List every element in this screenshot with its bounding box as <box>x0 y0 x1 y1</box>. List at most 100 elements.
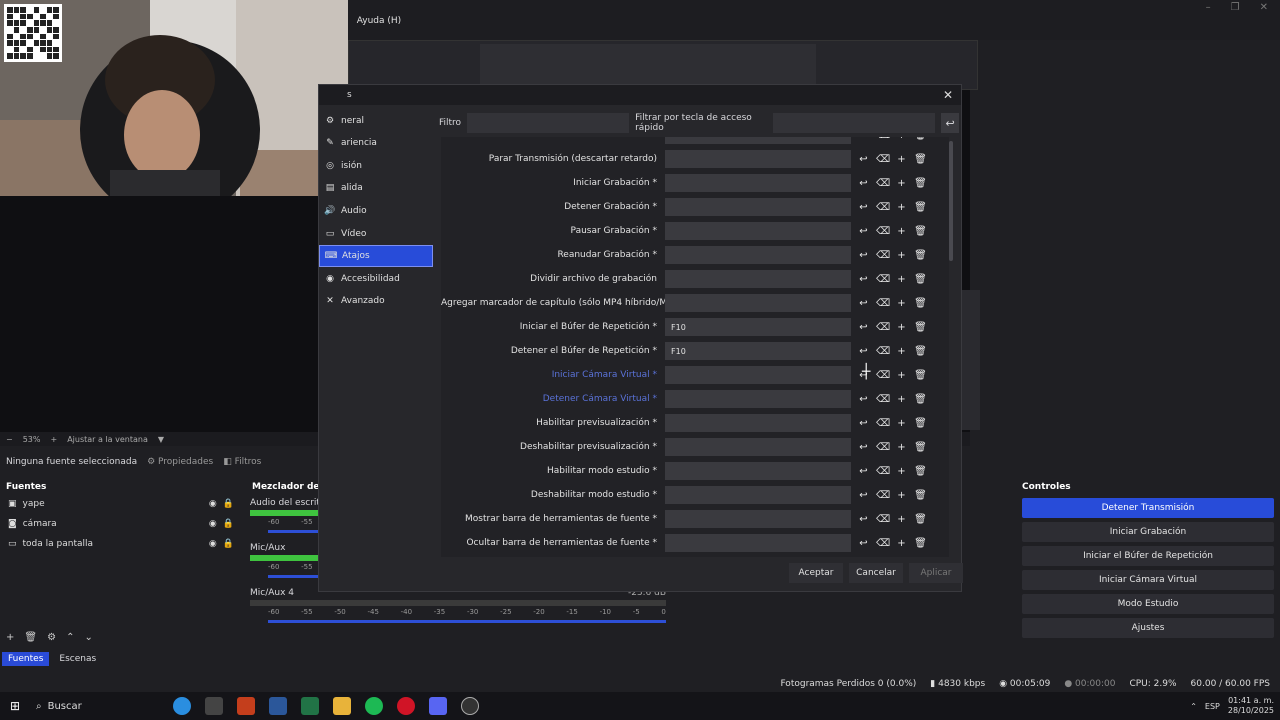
minimize-icon[interactable]: – <box>1206 2 1211 13</box>
hotkey-field[interactable] <box>665 414 851 432</box>
hotkey-field[interactable] <box>665 150 851 168</box>
discord-icon[interactable] <box>429 697 447 715</box>
taskbar-search[interactable]: ⌕ Buscar <box>36 696 166 716</box>
hotkey-field[interactable] <box>665 174 851 192</box>
trash-icon[interactable]: 🗑 <box>914 370 927 381</box>
dialog-close-icon[interactable]: ✕ <box>943 88 953 102</box>
revert-icon[interactable]: ↩ <box>857 226 870 237</box>
add-icon[interactable]: + <box>895 394 908 405</box>
trash-icon[interactable]: 🗑 <box>914 298 927 309</box>
revert-icon[interactable]: ↩ <box>857 418 870 429</box>
revert-icon[interactable]: ↩ <box>857 442 870 453</box>
add-icon[interactable]: + <box>895 154 908 165</box>
zoom-out-icon[interactable]: − <box>6 435 13 444</box>
revert-icon[interactable]: ↩ <box>857 178 870 189</box>
hotkey-filter-input[interactable] <box>773 113 936 133</box>
hotkey-field[interactable] <box>665 510 851 528</box>
volume-slider[interactable] <box>268 620 666 623</box>
lock-icon[interactable]: 🔒 <box>223 519 234 529</box>
control-button[interactable]: Ajustes <box>1022 618 1274 638</box>
clear-icon[interactable]: ⌫ <box>876 137 890 141</box>
clear-icon[interactable]: ⌫ <box>876 490 890 501</box>
lang-indicator[interactable]: ESP <box>1205 702 1220 711</box>
hotkey-field[interactable] <box>665 438 851 456</box>
tab-scenes[interactable]: Escenas <box>53 652 102 666</box>
nav-item-5[interactable]: ▭ Vídeo <box>319 223 433 245</box>
hotkey-field[interactable] <box>665 222 851 240</box>
hotkey-field[interactable] <box>665 246 851 264</box>
add-icon[interactable]: + <box>895 490 908 501</box>
clear-icon[interactable]: ⌫ <box>876 370 890 381</box>
trash-icon[interactable]: 🗑 <box>914 394 927 405</box>
eye-icon[interactable]: ◉ <box>209 539 217 549</box>
lock-icon[interactable]: 🔒 <box>223 499 234 509</box>
clear-icon[interactable]: ⌫ <box>876 250 890 261</box>
up-icon[interactable]: ⌃ <box>66 632 74 643</box>
trash-icon[interactable]: 🗑 <box>914 250 927 261</box>
nav-item-3[interactable]: ▤ alida <box>319 177 433 199</box>
hotkey-field[interactable] <box>665 390 851 408</box>
revert-icon[interactable]: ↩ <box>857 490 870 501</box>
control-button[interactable]: Iniciar Cámara Virtual <box>1022 570 1274 590</box>
nav-item-2[interactable]: ◎ isión <box>319 155 433 177</box>
trash-icon[interactable]: 🗑 <box>914 202 927 213</box>
add-icon[interactable]: + <box>895 514 908 525</box>
reset-filter-icon[interactable]: ↩ <box>941 113 959 133</box>
word-icon[interactable] <box>269 697 287 715</box>
close-icon[interactable]: ✕ <box>1260 2 1268 13</box>
trash-icon[interactable]: 🗑 <box>914 442 927 453</box>
revert-icon[interactable]: ↩ <box>857 394 870 405</box>
add-icon[interactable]: + <box>895 538 908 549</box>
add-icon[interactable]: + <box>895 226 908 237</box>
hotkey-field[interactable] <box>665 270 851 288</box>
tray-chevron-icon[interactable]: ⌃ <box>1190 702 1197 711</box>
control-button[interactable]: Iniciar el Búfer de Repetición <box>1022 546 1274 566</box>
tab-sources[interactable]: Fuentes <box>2 652 50 666</box>
add-icon[interactable]: + <box>895 466 908 477</box>
add-icon[interactable]: + <box>6 632 14 643</box>
nav-item-0[interactable]: ⚙ neral <box>319 110 433 132</box>
clear-icon[interactable]: ⌫ <box>876 226 890 237</box>
hotkey-field[interactable] <box>665 366 851 384</box>
trash-icon[interactable]: 🗑 <box>914 466 927 477</box>
revert-icon[interactable]: ↩ <box>857 202 870 213</box>
hotkey-field[interactable]: F10 <box>665 318 851 336</box>
nav-item-8[interactable]: ✕ Avanzado <box>319 290 433 312</box>
add-icon[interactable]: + <box>895 418 908 429</box>
revert-icon[interactable]: ↩ <box>857 250 870 261</box>
revert-icon[interactable]: ↩ <box>857 298 870 309</box>
trash-icon[interactable]: 🗑 <box>914 322 927 333</box>
store-icon[interactable] <box>205 697 223 715</box>
hotkey-field[interactable] <box>665 198 851 216</box>
add-icon[interactable]: + <box>895 346 908 357</box>
hotkey-field[interactable]: F10 <box>665 342 851 360</box>
nav-item-6[interactable]: ⌨ Atajos <box>319 245 433 268</box>
eye-icon[interactable]: ◉ <box>209 519 217 529</box>
lock-icon[interactable]: 🔒 <box>223 539 234 549</box>
revert-icon[interactable]: ↩ <box>857 466 870 477</box>
maximize-icon[interactable]: ❐ <box>1231 2 1240 13</box>
control-button[interactable]: Iniciar Grabación <box>1022 522 1274 542</box>
nav-item-4[interactable]: 🔊 Audio <box>319 200 433 222</box>
trash-icon[interactable]: 🗑 <box>914 178 927 189</box>
nav-item-7[interactable]: ◉ Accesibilidad <box>319 268 433 290</box>
revert-icon[interactable]: ↩ <box>857 346 870 357</box>
trash-icon[interactable]: 🗑 <box>914 346 927 357</box>
clear-icon[interactable]: ⌫ <box>876 418 890 429</box>
clear-icon[interactable]: ⌫ <box>876 466 890 477</box>
folder-icon[interactable] <box>333 697 351 715</box>
menu-item-help[interactable]: Ayuda (H) <box>357 16 401 26</box>
properties-button[interactable]: ⚙ Propiedades <box>147 457 213 467</box>
source-item[interactable]: ▣ yape ◉ 🔒 <box>0 494 242 514</box>
trash-icon[interactable]: 🗑 <box>914 137 927 141</box>
hotkey-field[interactable] <box>665 462 851 480</box>
trash-icon[interactable]: 🗑 <box>914 514 927 525</box>
powerpoint-icon[interactable] <box>237 697 255 715</box>
trash-icon[interactable]: 🗑 <box>914 154 927 165</box>
clear-icon[interactable]: ⌫ <box>876 442 890 453</box>
trash-icon[interactable]: 🗑 <box>914 226 927 237</box>
add-icon[interactable]: + <box>895 274 908 285</box>
chevron-down-icon[interactable]: ▼ <box>158 435 164 444</box>
add-icon[interactable]: + <box>895 322 908 333</box>
clear-icon[interactable]: ⌫ <box>876 394 890 405</box>
